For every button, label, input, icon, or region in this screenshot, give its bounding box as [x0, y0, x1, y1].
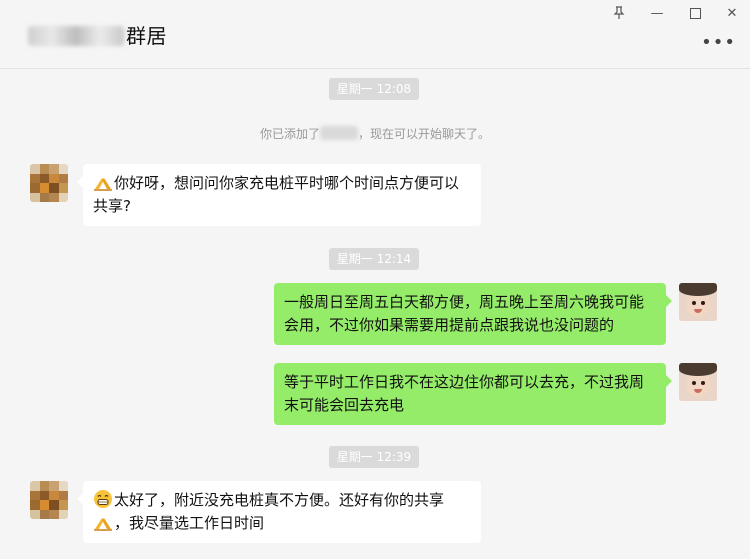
my-avatar[interactable]	[679, 283, 717, 321]
close-button[interactable]: ✕	[718, 2, 746, 24]
contact-avatar[interactable]	[30, 481, 68, 519]
message-bubble-outgoing[interactable]: 等于平时工作日我不在这边住你都可以去充，不过我周末可能会回去充电	[274, 363, 672, 425]
chat-title: 群居	[28, 20, 167, 49]
grin-icon	[94, 490, 112, 508]
contact-avatar[interactable]	[30, 164, 68, 202]
my-avatar[interactable]	[679, 363, 717, 401]
folded-hands-icon	[94, 178, 112, 191]
system-notice: 你已添加了 ，现在可以开始聊天了。	[259, 126, 491, 141]
redacted-name	[28, 26, 124, 46]
message-bubble-incoming[interactable]: 太好了，附近没充电桩真不方便。还好有你的共享 ，我尽量选工作日时间	[77, 481, 481, 543]
timestamp: 星期一 12:08	[329, 78, 419, 100]
maximize-button[interactable]	[681, 2, 709, 24]
pin-icon[interactable]	[605, 2, 633, 24]
message-bubble-outgoing[interactable]: 一般周日至周五白天都方便，周五晚上至周六晚我可能会用，不过你如果需要用提前点跟我…	[274, 283, 672, 345]
title-bar: 群居 — ✕ •••	[0, 0, 750, 69]
folded-hands-icon	[94, 518, 112, 531]
chat-area: 星期一 12:08 你已添加了 ，现在可以开始聊天了。 你好呀，想问问你家充电桩平…	[0, 69, 750, 559]
minimize-button[interactable]: —	[643, 2, 671, 24]
redacted-contact	[320, 126, 358, 140]
timestamp: 星期一 12:14	[329, 248, 419, 270]
more-options-icon[interactable]: •••	[701, 32, 736, 53]
message-bubble-incoming[interactable]: 你好呀，想问问你家充电桩平时哪个时间点方便可以共享?	[77, 164, 481, 226]
timestamp: 星期一 12:39	[329, 446, 419, 468]
